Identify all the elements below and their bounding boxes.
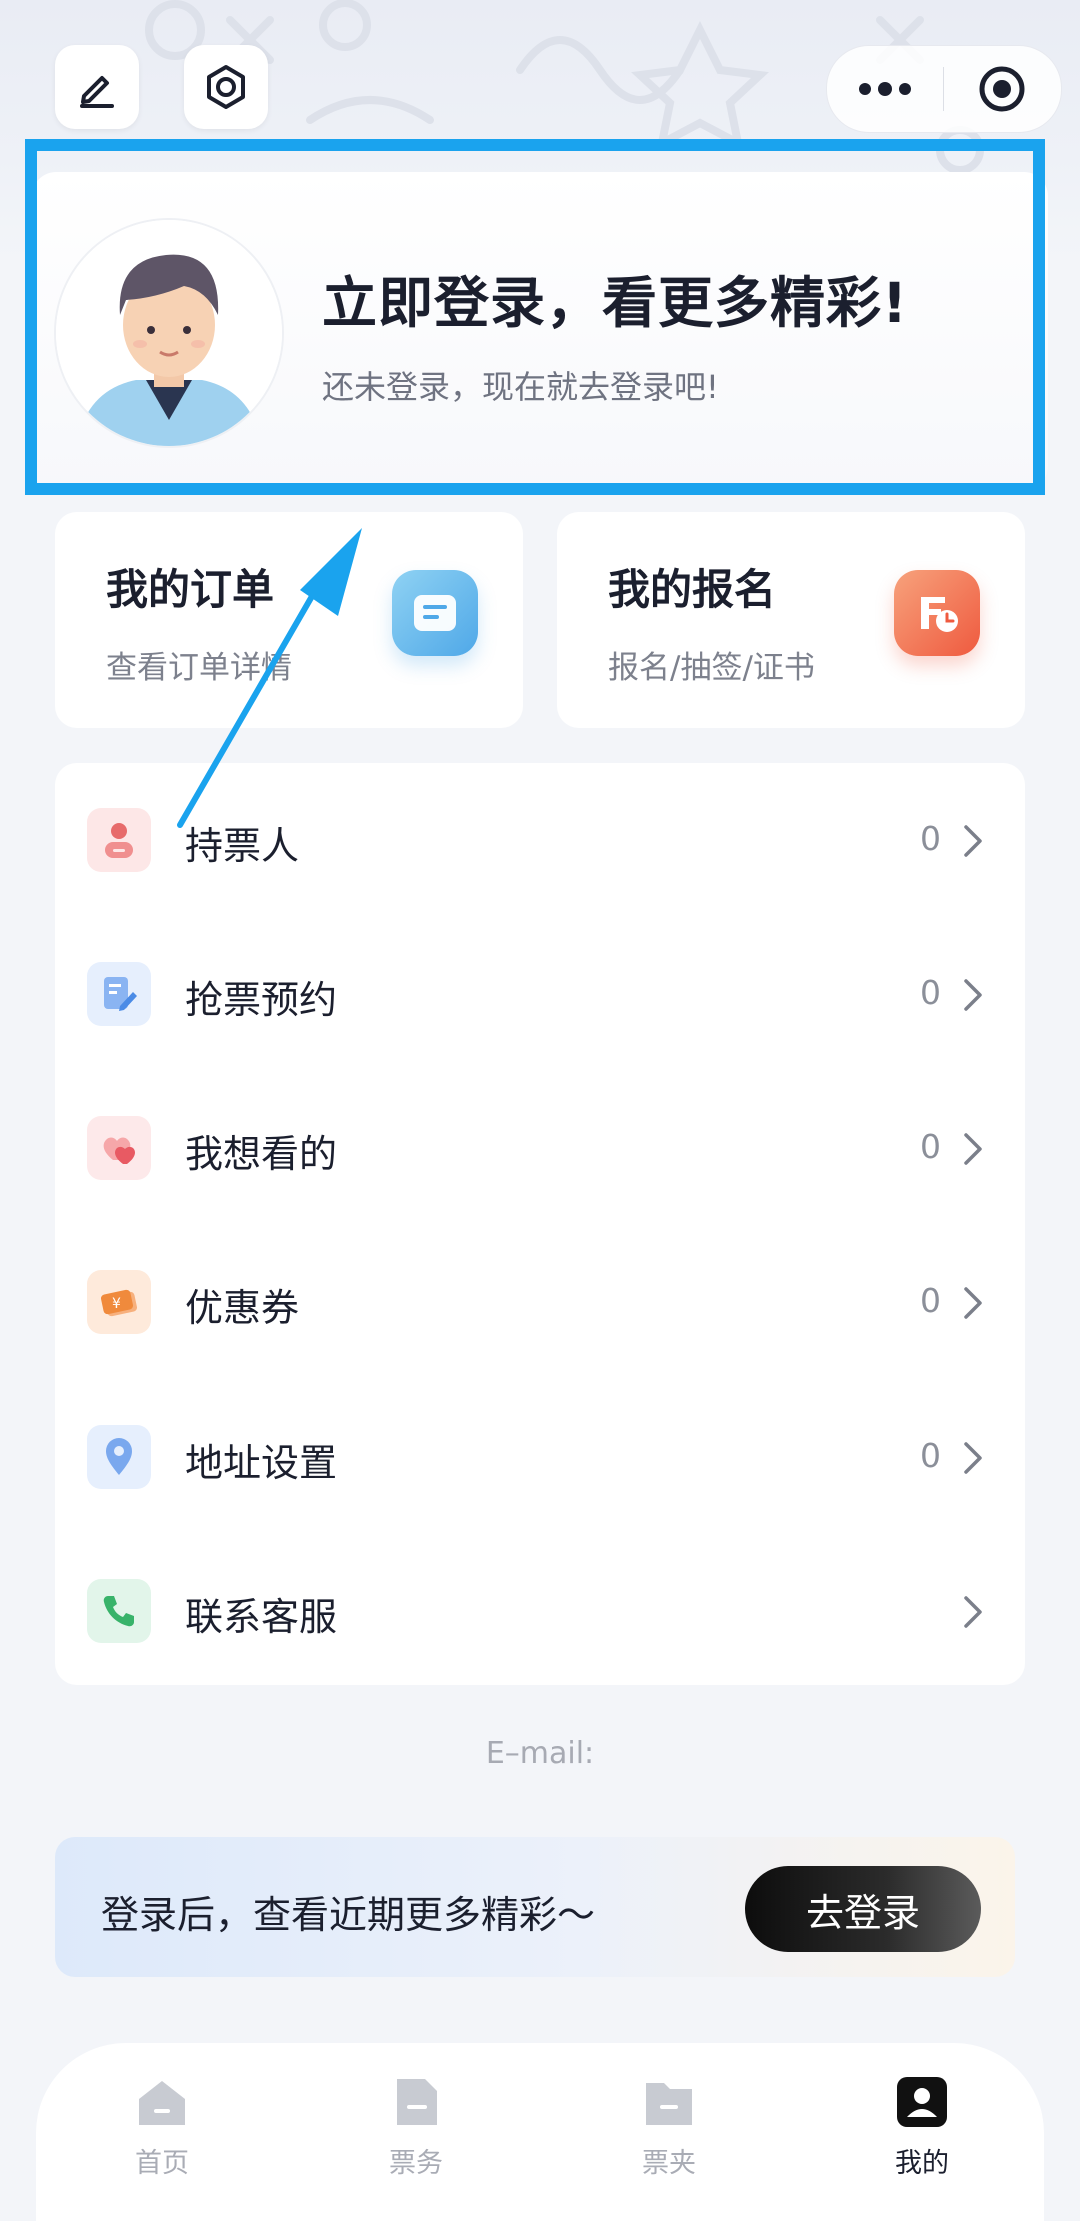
order-icon <box>392 570 478 656</box>
login-subtitle: 还未登录，现在就去登录吧! <box>322 368 719 406</box>
go-login-button[interactable]: 去登录 <box>745 1866 981 1952</box>
gear-icon <box>207 65 245 109</box>
menu-item-count: 0 <box>920 1436 941 1475</box>
avatar-illustration <box>56 220 282 446</box>
menu-item-coupons[interactable]: ¥ 优惠券 0 <box>55 1225 1025 1379</box>
svg-text:¥: ¥ <box>112 1296 121 1312</box>
tab-ticketing[interactable]: 票务 <box>336 2073 496 2193</box>
chevron-right-icon <box>964 1133 982 1165</box>
more-dots-icon <box>859 82 911 96</box>
tab-label: 首页 <box>135 2148 189 2179</box>
menu-item-count: 0 <box>920 1281 941 1320</box>
signup-icon <box>894 570 980 656</box>
target-icon <box>979 66 1025 112</box>
edit-button[interactable] <box>55 45 139 129</box>
my-signups-title: 我的报名 <box>608 565 777 614</box>
profile-icon <box>897 2077 947 2127</box>
email-label: E–mail: <box>485 1736 595 1771</box>
ticket-holder-icon <box>87 808 151 872</box>
ticket-folder-icon <box>646 2083 692 2125</box>
menu-item-want-to-see[interactable]: 我想看的 0 <box>55 1071 1025 1225</box>
chevron-right-icon <box>964 979 982 1011</box>
chevron-right-icon <box>964 1596 982 1628</box>
menu-item-label: 联系客服 <box>185 1595 338 1639</box>
coupon-icon: ¥ <box>87 1270 151 1334</box>
phone-icon <box>87 1579 151 1643</box>
tab-label: 票夹 <box>642 2148 696 2179</box>
login-banner: 登录后，查看近期更多精彩～ 去登录 <box>55 1837 1015 1977</box>
menu-item-address-settings[interactable]: 地址设置 0 <box>55 1380 1025 1534</box>
avatar[interactable] <box>54 218 284 448</box>
miniprogram-capsule <box>826 45 1062 133</box>
menu-item-customer-service[interactable]: 联系客服 <box>55 1534 1025 1688</box>
chevron-right-icon <box>964 1287 982 1319</box>
menu-item-ticket-holder[interactable]: 持票人 0 <box>55 763 1025 917</box>
my-orders-card[interactable]: 我的订单 查看订单详情 <box>55 512 523 728</box>
location-icon <box>87 1425 151 1489</box>
menu-item-ticket-reservation[interactable]: 抢票预约 0 <box>55 917 1025 1071</box>
menu-item-label: 我想看的 <box>185 1132 338 1176</box>
tab-ticket-folder[interactable]: 票夹 <box>589 2073 749 2193</box>
tab-label: 票务 <box>389 2148 443 2179</box>
menu-item-count: 0 <box>920 973 941 1012</box>
heart-icon <box>87 1116 151 1180</box>
my-orders-subtitle: 查看订单详情 <box>106 650 292 686</box>
settings-button[interactable] <box>184 45 268 129</box>
pencil-icon <box>80 76 114 108</box>
menu-list: 持票人 0 抢票预约 0 我想看的 0 ¥ 优惠券 0 地址设置 0 联系客服 <box>55 763 1025 1685</box>
home-icon <box>139 2081 185 2125</box>
my-signups-subtitle: 报名/抽签/证书 <box>608 650 815 686</box>
my-orders-title: 我的订单 <box>106 565 275 614</box>
more-button[interactable] <box>827 46 943 132</box>
menu-item-count: 0 <box>920 819 941 858</box>
login-title[interactable]: 立即登录，看更多精彩! <box>322 258 908 338</box>
tab-home[interactable]: 首页 <box>82 2073 242 2193</box>
chevron-right-icon <box>964 1442 982 1474</box>
menu-item-label: 优惠券 <box>185 1286 300 1330</box>
close-miniprogram-button[interactable] <box>944 46 1060 132</box>
my-signups-card[interactable]: 我的报名 报名/抽签/证书 <box>557 512 1025 728</box>
tab-label: 我的 <box>895 2148 949 2179</box>
ticket-icon <box>397 2079 437 2125</box>
banner-text: 登录后，查看近期更多精彩～ <box>101 1893 596 1937</box>
menu-item-label: 地址设置 <box>185 1441 338 1485</box>
tab-profile[interactable]: 我的 <box>842 2073 1002 2193</box>
menu-item-label: 持票人 <box>185 824 300 868</box>
menu-item-count: 0 <box>920 1127 941 1166</box>
reservation-icon <box>87 962 151 1026</box>
menu-item-label: 抢票预约 <box>185 978 338 1022</box>
bottom-tab-bar: 首页 票务 票夹 我的 <box>36 2043 1044 2221</box>
chevron-right-icon <box>964 825 982 857</box>
